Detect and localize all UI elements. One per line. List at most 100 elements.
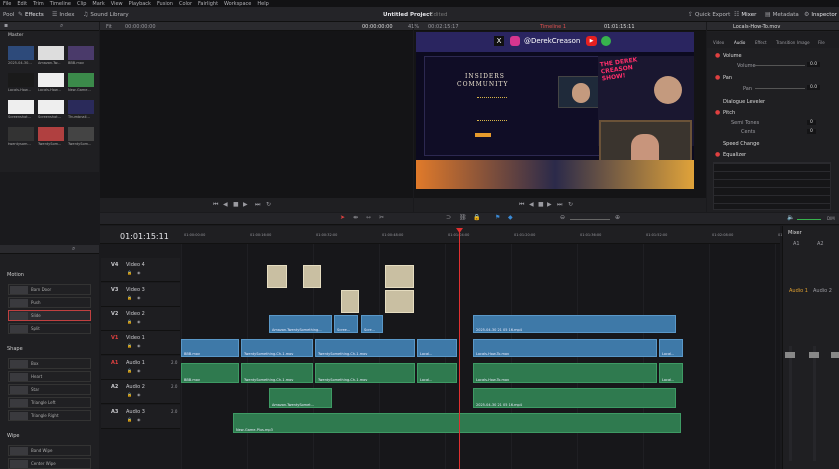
eq-enable-icon[interactable]: ● [715,152,720,158]
video-clip[interactable]: 2025-04-30 21 05 16.mp4 [473,315,676,333]
media-clip-thumbnail[interactable] [38,100,64,114]
dim-button[interactable]: DIM [827,216,835,221]
pitch-enable-icon[interactable]: ● [715,110,720,116]
track-visibility-icon[interactable]: ◉ [137,418,141,422]
effects-section-wipe[interactable]: Wipe [7,433,19,439]
video-clip[interactable]: TwentySomething-Ch-1.mov [315,339,415,357]
quick-export-button[interactable]: ⇪ Quick Export [688,9,730,20]
title-clip[interactable] [341,290,359,313]
eq-graph[interactable] [713,162,831,210]
marker-icon[interactable]: ◆ [508,215,513,221]
video-clip[interactable]: Amazon-TwentySomething... [269,315,332,333]
media-clip-thumbnail[interactable] [38,73,64,87]
menu-help[interactable]: Help [257,1,268,7]
video-clip[interactable]: Local... [417,339,457,357]
mixer-button[interactable]: ☷ Mixer [734,9,756,20]
skip-end-icon[interactable]: ⏭ [255,202,260,208]
audio-clip[interactable]: Local... [659,363,683,383]
effect-item[interactable]: Split [8,323,91,334]
menu-trim[interactable]: Trim [33,1,44,7]
track-header-v4[interactable]: V4 Video 4 🔒 ◉ [101,258,180,282]
skip-end-icon[interactable]: ⏭ [557,202,562,208]
menu-fairlight[interactable]: Fairlight [198,1,218,7]
master-fader[interactable] [831,352,839,358]
audio-clip[interactable]: Locals-How-To.mov [473,363,657,383]
viewer-zoom[interactable]: 41% [408,24,419,30]
media-clip-thumbnail[interactable] [68,73,94,87]
effects-section-shape[interactable]: Shape [7,346,23,352]
track-visibility-icon[interactable]: ◉ [137,344,141,348]
inspector-tab-effect[interactable]: Effect [755,40,767,45]
media-clip-thumbnail[interactable] [68,127,94,141]
audio-clip[interactable]: TwentySomething-Ch-1.mov [315,363,415,383]
timeline-name[interactable]: Timeline 1 [540,24,566,30]
effect-item[interactable]: Box [8,358,91,369]
zoom-in-icon[interactable]: ⊕ [615,215,620,221]
effect-item[interactable]: Triangle Right [8,410,91,421]
loop-icon[interactable]: ↻ [266,202,271,208]
menu-timeline[interactable]: Timeline [50,1,71,7]
lock-track-icon[interactable]: 🔒 [127,393,132,397]
lock-track-icon[interactable]: 🔒 [127,271,132,275]
effect-item[interactable]: Triangle Left [8,397,91,408]
track-visibility-icon[interactable]: ◉ [137,393,141,397]
lock-track-icon[interactable]: 🔒 [127,344,132,348]
loop-icon[interactable]: ↻ [568,202,573,208]
title-clip[interactable] [267,265,287,288]
media-clip-thumbnail[interactable] [38,46,64,60]
media-clip-thumbnail[interactable] [38,127,64,141]
inspector-button[interactable]: ⚙ Inspector [804,9,837,20]
track-header-a1[interactable]: A1 Audio 1 2.0 🔒 ◉ [101,356,180,380]
title-clip[interactable] [385,265,414,288]
media-clip-thumbnail[interactable] [8,73,34,87]
dynamic-trim-icon[interactable]: ⇿ [366,215,371,221]
lock-icon[interactable]: 🔒 [473,215,480,221]
timeline-ruler[interactable]: 01:00:00:00 01:00:16:00 01:00:32:00 01:00:4… [182,226,799,244]
inspector-tab-file[interactable]: File [818,40,825,45]
audio-clip[interactable]: Local... [417,363,457,383]
index-button[interactable]: ☰ Index [52,9,75,20]
media-clip-thumbnail[interactable] [68,46,94,60]
effects-button[interactable]: ✎ Effects [18,9,44,20]
menu-playback[interactable]: Playback [129,1,151,7]
menu-file[interactable]: File [3,1,11,7]
pan-value[interactable]: 0.0 [807,85,821,90]
pan-slider[interactable] [755,88,805,89]
menu-color[interactable]: Color [179,1,192,7]
track-visibility-icon[interactable]: ◉ [137,296,141,300]
blade-tool-icon[interactable]: ✂ [379,215,384,221]
volume-slider[interactable] [755,65,805,66]
effect-item[interactable]: Star [8,384,91,395]
sound-library-button[interactable]: ♫ Sound Library [83,9,129,20]
trim-tool-icon[interactable]: ⇹ [353,215,358,221]
lock-track-icon[interactable]: 🔒 [127,418,132,422]
track-visibility-icon[interactable]: ◉ [137,369,141,373]
track-header-a2[interactable]: A2 Audio 2 2.0 🔒 ◉ [101,380,180,404]
skip-start-icon[interactable]: ⏮ [213,202,218,208]
play-icon[interactable]: ▶ [243,202,248,208]
title-clip[interactable] [385,290,414,313]
flag-icon[interactable]: ⚑ [495,215,500,221]
effect-item[interactable]: Slide [8,310,91,321]
title-clip[interactable] [303,265,321,288]
track-header-a3[interactable]: A3 Audio 3 2.0 🔒 ◉ [101,405,180,429]
audio-clip[interactable]: BBB.mov [181,363,239,383]
skip-start-icon[interactable]: ⏮ [519,202,524,208]
video-clip[interactable]: BBB.mov [181,339,239,357]
video-clip[interactable]: Locals-How-To.mov [473,339,657,357]
menu-edit[interactable]: Edit [17,1,27,7]
lock-track-icon[interactable]: 🔒 [127,369,132,373]
inspector-tab-video[interactable]: Video [713,40,724,45]
playhead[interactable] [459,228,460,469]
pool-button[interactable]: Pool [3,9,14,20]
link-icon[interactable]: ⛓ [459,215,467,221]
track-visibility-icon[interactable]: ◉ [137,271,141,275]
audio-clip[interactable]: TwentySomething-Ch-1.mov [241,363,313,383]
master-volume-slider[interactable] [797,219,821,220]
menu-icon[interactable]: ▪ [4,23,8,29]
snap-icon[interactable]: ⊃ [446,215,451,221]
track-header-v2[interactable]: V2 Video 2 🔒 ◉ [101,307,180,331]
menu-view[interactable]: View [111,1,123,7]
cents-value[interactable]: 0 [807,129,816,134]
inspector-tab-transition[interactable]: Transition [776,40,795,45]
